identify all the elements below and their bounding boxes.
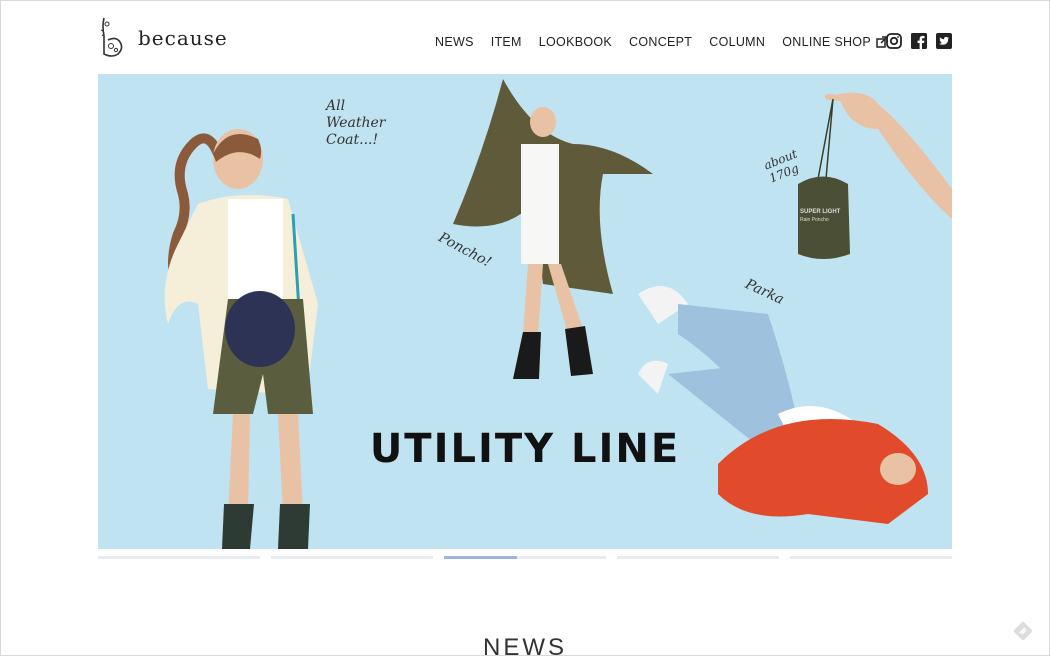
instagram-icon[interactable] xyxy=(886,33,902,49)
bag-label-line2: Rain Poncho xyxy=(800,217,829,223)
nav-online-shop[interactable]: ONLINE SHOP xyxy=(782,35,888,49)
annotation-coat: All Weather Coat...! xyxy=(326,98,406,148)
slider-progress-fill xyxy=(444,556,517,559)
bag-label-line1: SUPER LIGHT xyxy=(800,209,841,215)
hero-banner[interactable]: SUPER LIGHT Rain Poncho All Weather Coat… xyxy=(98,74,952,549)
page-top-icon[interactable] xyxy=(1013,621,1033,641)
model-parka-illustration xyxy=(638,286,928,524)
nav-column[interactable]: COLUMN xyxy=(709,35,765,49)
brand-logo[interactable]: because xyxy=(98,16,228,58)
slider-indicator-1[interactable] xyxy=(98,556,260,559)
social-links xyxy=(886,33,961,49)
hero-title: UTILITY LINE xyxy=(369,426,681,472)
main-nav: NEWS ITEM LOOKBOOK CONCEPT COLUMN ONLINE… xyxy=(435,35,905,49)
slider-indicator-5[interactable] xyxy=(790,556,952,559)
slider-indicator-3[interactable] xyxy=(444,556,606,559)
nav-lookbook[interactable]: LOOKBOOK xyxy=(539,35,612,49)
slider-indicator-2[interactable] xyxy=(271,556,433,559)
twitter-icon[interactable] xyxy=(936,33,952,49)
model-coat-illustration xyxy=(164,129,318,549)
nav-concept[interactable]: CONCEPT xyxy=(629,35,692,49)
nav-item[interactable]: ITEM xyxy=(491,35,522,49)
nav-online-shop-label: ONLINE SHOP xyxy=(782,35,871,49)
nav-news[interactable]: NEWS xyxy=(435,35,474,49)
logo-mark-icon xyxy=(100,17,123,57)
hand-bag-illustration xyxy=(798,92,952,259)
slider-indicators xyxy=(98,556,952,559)
annotation-coat-text: All Weather Coat...! xyxy=(326,98,386,148)
logo-text: because xyxy=(138,26,228,50)
facebook-icon[interactable] xyxy=(911,33,927,49)
news-section-heading: NEWS xyxy=(483,634,567,656)
slider-indicator-4[interactable] xyxy=(617,556,779,559)
